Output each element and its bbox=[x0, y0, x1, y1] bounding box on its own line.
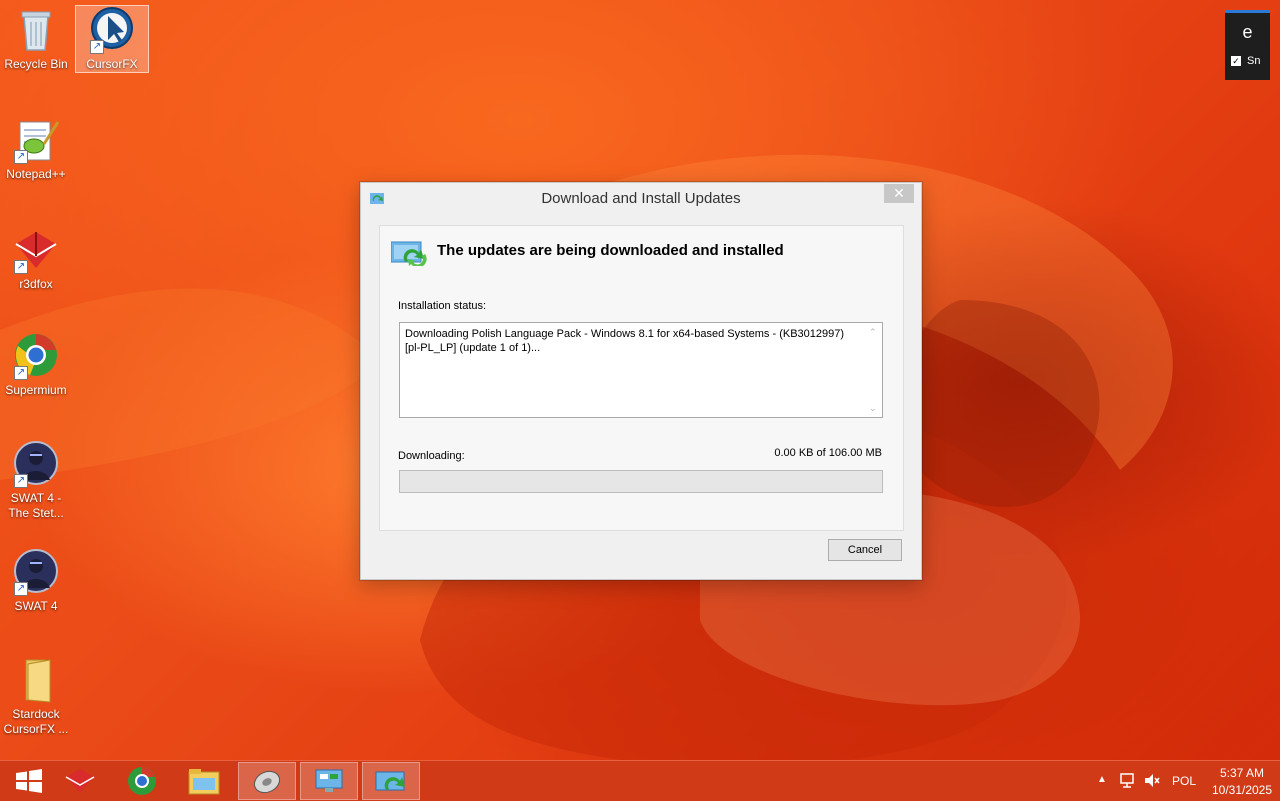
scroll-down-icon[interactable]: ⌄ bbox=[869, 403, 877, 414]
desktop-icon-supermium[interactable]: ↗ Supermium bbox=[0, 332, 72, 398]
supermium-icon bbox=[128, 767, 156, 795]
downloading-label: Downloading: bbox=[398, 450, 465, 462]
widget-letter: e bbox=[1242, 22, 1253, 42]
desktop-icon-swat4[interactable]: ↗ SWAT 4 bbox=[0, 548, 72, 614]
desktop-icon-recycle-bin[interactable]: Recycle Bin bbox=[0, 6, 72, 72]
r3dfox-icon bbox=[65, 769, 95, 793]
desktop: Recycle Bin ↗ CursorFX ↗ Notepad++ ↗ r3d… bbox=[0, 0, 1280, 760]
clock-time[interactable]: 5:37 AM bbox=[1208, 766, 1276, 780]
shortcut-arrow-icon: ↗ bbox=[14, 366, 28, 380]
file-explorer-icon bbox=[188, 769, 220, 795]
desktop-icon-label: r3dfox bbox=[19, 277, 53, 291]
dialog-header: The updates are being downloaded and ins… bbox=[437, 242, 784, 259]
taskbar-r3dfox[interactable] bbox=[51, 762, 109, 800]
network-icon[interactable] bbox=[1120, 773, 1134, 791]
taskbar-supermium[interactable] bbox=[113, 762, 171, 800]
shortcut-arrow-icon: ↗ bbox=[14, 582, 28, 596]
windows-update-icon bbox=[391, 241, 427, 266]
desktop-icon-notepadpp[interactable]: ↗ Notepad++ bbox=[0, 116, 72, 182]
desktop-icon-label: CursorFX bbox=[86, 57, 138, 71]
supermium-icon: ↗ bbox=[12, 332, 60, 380]
status-scrollbar[interactable]: ⌃ ⌄ bbox=[865, 323, 882, 417]
volume-muted-icon[interactable] bbox=[1144, 773, 1160, 791]
installation-status-label: Installation status: bbox=[398, 300, 487, 312]
swat4-icon: ↗ bbox=[12, 548, 60, 596]
shortcut-arrow-icon: ↗ bbox=[14, 150, 28, 164]
cancel-button[interactable]: Cancel bbox=[828, 539, 902, 561]
clock-date[interactable]: 10/31/2025 bbox=[1208, 783, 1276, 797]
dialog-titlebar[interactable]: Download and Install Updates ✕ bbox=[361, 183, 921, 213]
swat4-stetchkov-icon: ↗ bbox=[12, 440, 60, 488]
dialog-content-panel: The updates are being downloaded and ins… bbox=[379, 225, 904, 531]
desktop-icon-label: Recycle Bin bbox=[4, 57, 68, 71]
desktop-icon-label: SWAT 4 bbox=[14, 599, 58, 613]
windows-update-icon bbox=[375, 771, 405, 791]
control-panel-icon bbox=[315, 769, 343, 792]
gadget-widget[interactable]: e ✓ Sn bbox=[1225, 10, 1270, 80]
download-progress-bar bbox=[399, 470, 883, 493]
scroll-up-icon[interactable]: ⌃ bbox=[869, 327, 877, 338]
checkbox[interactable]: ✓ bbox=[1231, 56, 1241, 66]
cursorfx-icon: ↗ bbox=[88, 6, 136, 54]
update-dialog: Download and Install Updates ✕ The updat… bbox=[360, 182, 922, 580]
recycle-bin-icon bbox=[12, 6, 60, 54]
taskbar: ▲ POL 5:37 AM 10/31/2025 bbox=[0, 760, 1280, 801]
language-indicator[interactable]: POL bbox=[1172, 774, 1196, 788]
hard-disk-icon bbox=[253, 770, 281, 794]
notepadpp-icon: ↗ bbox=[12, 116, 60, 164]
download-size-text: 0.00 KB of 106.00 MB bbox=[774, 447, 882, 459]
desktop-icon-cursorfx[interactable]: ↗ CursorFX bbox=[75, 5, 149, 73]
start-button[interactable] bbox=[0, 762, 58, 800]
desktop-icon-swat4-stetchkov[interactable]: ↗ SWAT 4 - The Stet... bbox=[0, 440, 72, 521]
desktop-icon-label: Stardock CursorFX ... bbox=[3, 707, 69, 736]
taskbar-windows-update[interactable] bbox=[362, 762, 420, 800]
widget-check-label: Sn bbox=[1247, 55, 1261, 67]
desktop-icon-stardock-folder[interactable]: Stardock CursorFX ... bbox=[0, 656, 72, 737]
dialog-title: Download and Install Updates bbox=[541, 190, 741, 207]
desktop-icon-label: Supermium bbox=[5, 383, 67, 397]
installation-status-box[interactable]: Downloading Polish Language Pack - Windo… bbox=[399, 322, 883, 418]
taskbar-file-explorer[interactable] bbox=[175, 762, 233, 800]
windows-logo-icon bbox=[16, 769, 42, 793]
r3dfox-icon: ↗ bbox=[12, 226, 60, 274]
desktop-icon-r3dfox[interactable]: ↗ r3dfox bbox=[0, 226, 72, 292]
shortcut-arrow-icon: ↗ bbox=[14, 474, 28, 488]
desktop-icon-label: SWAT 4 - The Stet... bbox=[8, 491, 64, 520]
taskbar-disk-utility[interactable] bbox=[238, 762, 296, 800]
taskbar-control-panel[interactable] bbox=[300, 762, 358, 800]
folder-icon bbox=[12, 656, 60, 704]
installation-status-text: Downloading Polish Language Pack - Windo… bbox=[405, 328, 845, 354]
close-button[interactable]: ✕ bbox=[884, 184, 914, 203]
tray-expand-icon[interactable]: ▲ bbox=[1097, 774, 1107, 785]
shortcut-arrow-icon: ↗ bbox=[14, 260, 28, 274]
close-icon: ✕ bbox=[893, 185, 905, 201]
desktop-icon-label: Notepad++ bbox=[6, 167, 66, 181]
shortcut-arrow-icon: ↗ bbox=[90, 40, 104, 54]
